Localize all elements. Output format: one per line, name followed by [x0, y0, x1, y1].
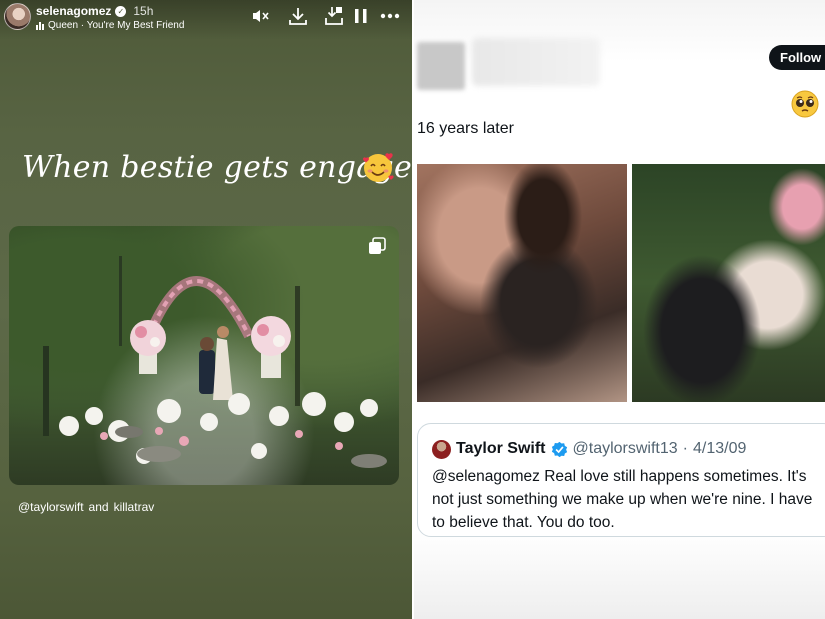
verified-badge-icon — [551, 441, 567, 457]
quoted-display-name[interactable]: Taylor Swift — [456, 440, 546, 458]
quoted-header: Taylor Swift @taylorswift13 · 4/13/09 — [456, 440, 746, 458]
story-caption: When bestie gets engaged — [22, 150, 412, 185]
garden-scene — [43, 256, 387, 468]
mention-killatrav[interactable]: killatrav — [114, 500, 155, 514]
pleading-face-emoji — [791, 90, 819, 118]
song-title: Queen · You're My Best Friend — [48, 20, 185, 31]
save-icon[interactable] — [324, 6, 344, 26]
mention-taylorswift[interactable]: @taylorswift — [18, 500, 84, 514]
more-icon[interactable] — [380, 6, 400, 26]
tweet-panel: Follow 16 years later Taylor Swift @tayl… — [414, 0, 825, 619]
story-mentions: @taylorswift and killatrav — [18, 500, 154, 514]
quoted-date: 4/13/09 — [693, 440, 747, 457]
mute-icon[interactable] — [250, 6, 270, 26]
tweet-image-couple-garden[interactable] — [632, 164, 825, 402]
smiling-hearts-emoji — [363, 153, 394, 182]
avatar[interactable] — [4, 3, 31, 30]
quoted-handle[interactable]: @taylorswift13 — [573, 440, 678, 458]
time-ago: 15h — [133, 4, 154, 18]
quoted-separator: · — [682, 440, 688, 457]
story-header: selenagomez ✓ 15h — [36, 4, 153, 18]
username[interactable]: selenagomez — [36, 4, 111, 18]
verified-badge-icon: ✓ — [115, 5, 127, 17]
quoted-tweet-card[interactable]: Taylor Swift @taylorswift13 · 4/13/09 @s… — [417, 423, 825, 537]
tweet-text: 16 years later — [417, 120, 514, 137]
download-icon[interactable] — [288, 6, 308, 26]
tweet-image-couple-hug[interactable] — [417, 164, 627, 402]
stack-icon — [369, 237, 386, 254]
quoted-body: @selenagomez Real love still happens som… — [432, 468, 813, 531]
mention-and: and — [88, 500, 109, 514]
follow-button[interactable]: Follow — [769, 45, 825, 70]
music-bars-icon — [36, 21, 44, 30]
music-label[interactable]: Queen · You're My Best Friend — [36, 20, 184, 31]
blurred-avatar — [417, 42, 465, 90]
garden-proposal-photo[interactable] — [9, 226, 399, 485]
instagram-story[interactable]: selenagomez ✓ 15h Queen · You're My Best… — [0, 0, 412, 619]
quoted-avatar[interactable] — [432, 440, 451, 459]
blurred-username — [472, 38, 600, 86]
pause-icon[interactable] — [351, 6, 371, 26]
